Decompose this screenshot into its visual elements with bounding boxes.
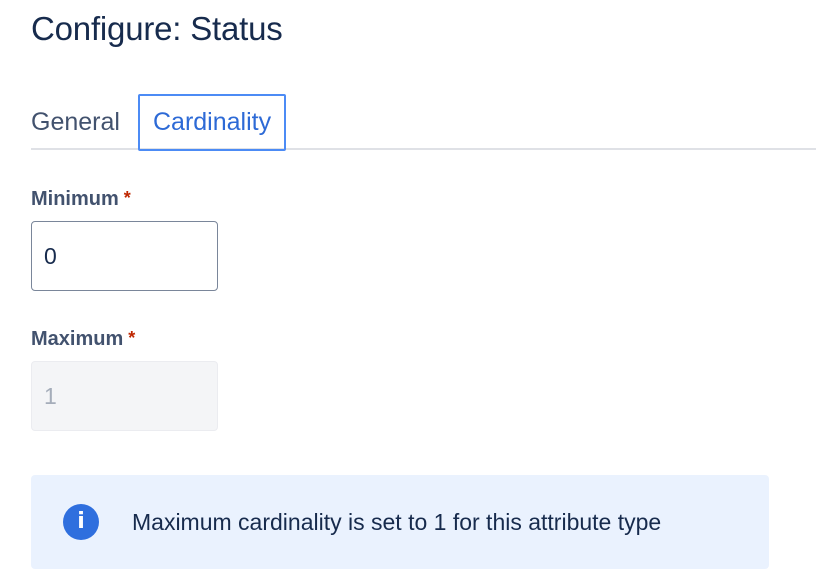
minimum-input[interactable]: 0 <box>31 221 218 291</box>
tab-bar: General Cardinality <box>31 94 816 151</box>
info-message: i Maximum cardinality is set to 1 for th… <box>31 475 769 569</box>
maximum-input: 1 <box>31 361 218 431</box>
info-message-text: Maximum cardinality is set to 1 for this… <box>132 509 662 535</box>
minimum-label: Minimum * <box>31 188 131 211</box>
required-marker: * <box>123 188 131 208</box>
maximum-label: Maximum * <box>31 328 135 351</box>
tab-general[interactable]: General <box>31 94 120 150</box>
maximum-label-text: Maximum <box>31 328 124 350</box>
required-marker: * <box>128 328 136 348</box>
page-title: Configure: Status <box>31 10 283 47</box>
info-icon: i <box>63 504 99 540</box>
tab-cardinality[interactable]: Cardinality <box>138 94 287 151</box>
minimum-label-text: Minimum <box>31 188 119 210</box>
